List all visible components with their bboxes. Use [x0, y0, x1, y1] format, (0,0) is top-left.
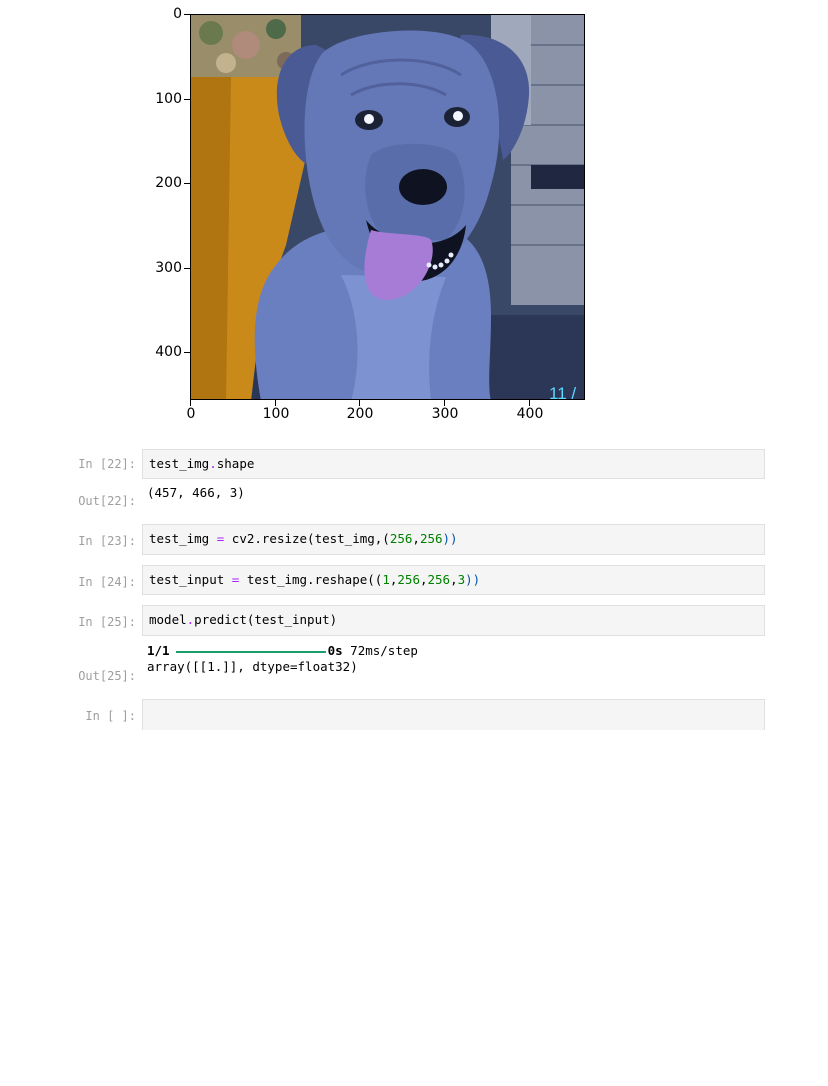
input-prompt: In [ ]: — [85, 709, 136, 723]
code-token: 256 — [419, 531, 443, 546]
input-prompt: In [23]: — [78, 534, 136, 548]
cell-output: array([[1.]], dtype=float32) — [147, 659, 358, 674]
input-prompt: In [25]: — [78, 615, 136, 629]
eye-glint — [453, 111, 463, 121]
code-token: , — [419, 572, 428, 587]
code-input[interactable]: test_img.shape — [142, 449, 765, 479]
code-token: test_img — [149, 456, 210, 471]
code-token: cv2.resize(test_img,( — [224, 531, 390, 546]
photo-date-stamp: 11 / — [549, 384, 576, 400]
code-token: 1 — [382, 572, 390, 587]
code-token: , — [412, 531, 420, 546]
dog-photo: 11 / — [190, 14, 585, 400]
progress-rate: 72ms/step — [350, 643, 418, 658]
progress-line: 1/1 0s 72ms/step — [147, 642, 418, 659]
code-token: 256 — [397, 572, 420, 587]
progress-step: 1/1 — [147, 643, 170, 658]
code-token: model — [149, 612, 187, 627]
code-token: 256 — [427, 572, 451, 587]
x-tick-label: 400 — [516, 406, 544, 422]
code-token: )) — [442, 531, 458, 546]
code-input[interactable]: test_img = cv2.resize(test_img,(256,256)… — [142, 524, 765, 555]
x-tick-label: 300 — [431, 406, 459, 422]
cell-output: (457, 466, 3) — [147, 485, 245, 500]
output-prompt: Out[22]: — [78, 494, 136, 508]
y-tick-label: 300 — [155, 260, 182, 276]
code-input[interactable]: test_input = test_img.reshape((1,256,256… — [142, 565, 765, 595]
code-token: predict(test_input) — [194, 612, 338, 627]
code-token: . — [209, 456, 217, 471]
code-token: , — [450, 572, 458, 587]
shelf — [531, 165, 584, 189]
code-token: )) — [465, 572, 481, 587]
code-token: 256 — [389, 531, 413, 546]
output-prompt: Out[25]: — [78, 669, 136, 683]
progress-time: 0s — [327, 643, 343, 658]
code-token: shape — [216, 456, 255, 471]
code-token: 3 — [457, 572, 466, 587]
code-token: test_img — [149, 531, 217, 546]
y-tick-label: 200 — [155, 175, 182, 191]
y-tick-label: 100 — [155, 91, 182, 107]
code-token: test_img.reshape(( — [239, 572, 383, 587]
x-tick-label: 200 — [346, 406, 374, 422]
code-input[interactable]: model.predict(test_input) — [142, 605, 765, 636]
orange-chair-shadow — [191, 77, 231, 399]
input-prompt: In [22]: — [78, 457, 136, 471]
dog-nose — [399, 169, 447, 205]
y-tick-label: 0 — [173, 6, 182, 22]
code-token: test_input — [149, 572, 232, 587]
x-tick-label: 100 — [262, 406, 290, 422]
input-prompt: In [24]: — [78, 575, 136, 589]
eye-glint — [364, 114, 374, 124]
progress-bar — [175, 650, 326, 653]
image-plot: 0 100 200 300 400 0 100 200 300 400 11 / — [0, 0, 828, 440]
dog-photo-drawing: 11 / — [191, 15, 584, 400]
code-input[interactable] — [142, 699, 765, 730]
y-tick-label: 400 — [155, 344, 182, 360]
x-tick-label: 0 — [186, 406, 196, 422]
